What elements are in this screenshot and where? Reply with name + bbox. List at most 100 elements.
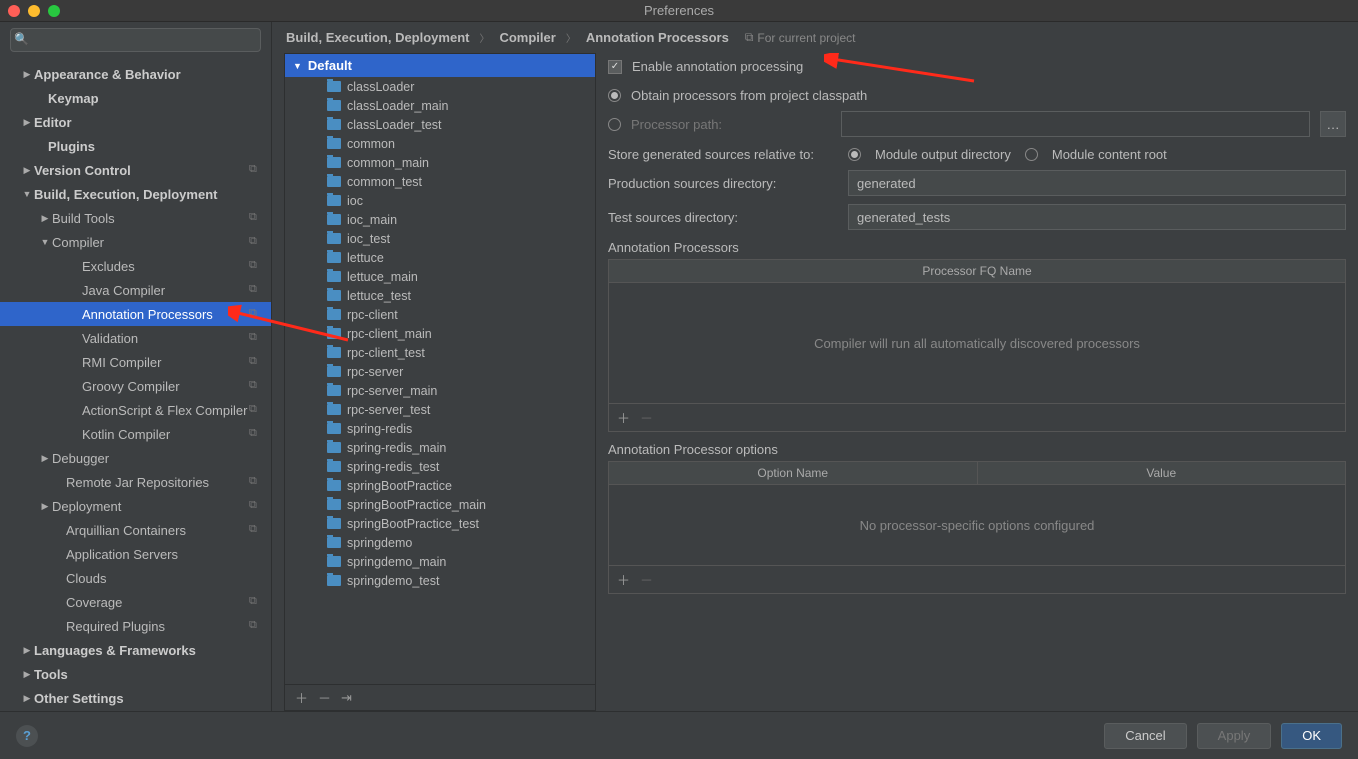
module-item[interactable]: ioc_main	[285, 210, 595, 229]
close-window-icon[interactable]	[8, 5, 20, 17]
module-label: rpc-server_test	[347, 403, 430, 417]
project-scope-icon: ⧉	[249, 163, 263, 177]
module-folder-icon	[327, 81, 341, 92]
move-profile-icon[interactable]: ⇥	[341, 690, 352, 706]
sidebar-item[interactable]: ▶Tools	[0, 662, 271, 686]
module-item[interactable]: springdemo	[285, 533, 595, 552]
breadcrumb-seg: Annotation Processors	[586, 30, 729, 45]
sidebar-item[interactable]: Required Plugins⧉	[0, 614, 271, 638]
sidebar-item[interactable]: Groovy Compiler⧉	[0, 374, 271, 398]
module-item[interactable]: classLoader_main	[285, 96, 595, 115]
ap-remove-icon[interactable]: －	[640, 408, 653, 427]
module-item[interactable]: rpc-client_test	[285, 343, 595, 362]
module-item[interactable]: rpc-client	[285, 305, 595, 324]
sidebar-item[interactable]: ▶Version Control⧉	[0, 158, 271, 182]
sidebar-item-label: Deployment	[52, 499, 249, 514]
module-item[interactable]: classLoader	[285, 77, 595, 96]
module-item[interactable]: lettuce	[285, 248, 595, 267]
sidebar-item[interactable]: ▼Build, Execution, Deployment	[0, 182, 271, 206]
add-profile-icon[interactable]: ＋	[295, 688, 308, 707]
sidebar-item[interactable]: Coverage⧉	[0, 590, 271, 614]
module-item[interactable]: springBootPractice	[285, 476, 595, 495]
sidebar-item[interactable]: ▶Debugger	[0, 446, 271, 470]
module-item[interactable]: spring-redis_test	[285, 457, 595, 476]
processor-path-label: Processor path:	[631, 117, 831, 132]
sidebar: 🔍 ▶Appearance & BehaviorKeymap▶EditorPlu…	[0, 22, 272, 711]
opt-add-icon[interactable]: ＋	[617, 570, 630, 589]
module-item[interactable]: rpc-server_main	[285, 381, 595, 400]
sidebar-item[interactable]: Validation⧉	[0, 326, 271, 350]
sidebar-item[interactable]: Excludes⧉	[0, 254, 271, 278]
module-folder-icon	[327, 556, 341, 567]
project-scope-icon: ⧉	[249, 427, 263, 441]
breadcrumb-seg[interactable]: Build, Execution, Deployment	[286, 30, 469, 45]
sidebar-item[interactable]: ▼Compiler⧉	[0, 230, 271, 254]
module-label: ioc_main	[347, 213, 397, 227]
sidebar-item[interactable]: Arquillian Containers⧉	[0, 518, 271, 542]
module-item[interactable]: spring-redis	[285, 419, 595, 438]
module-item[interactable]: springdemo_main	[285, 552, 595, 571]
sidebar-item[interactable]: Annotation Processors⧉	[0, 302, 271, 326]
ap-add-icon[interactable]: ＋	[617, 408, 630, 427]
profile-default[interactable]: ▼ Default	[285, 54, 595, 77]
cancel-button[interactable]: Cancel	[1104, 723, 1186, 749]
module-item[interactable]: common	[285, 134, 595, 153]
sidebar-item-label: Clouds	[66, 571, 263, 586]
module-item[interactable]: spring-redis_main	[285, 438, 595, 457]
sidebar-item[interactable]: RMI Compiler⧉	[0, 350, 271, 374]
module-item[interactable]: lettuce_test	[285, 286, 595, 305]
module-folder-icon	[327, 404, 341, 415]
sidebar-item-label: Tools	[34, 667, 263, 682]
sidebar-item[interactable]: Clouds	[0, 566, 271, 590]
prod-dir-input[interactable]	[848, 170, 1346, 196]
module-item[interactable]: rpc-server_test	[285, 400, 595, 419]
module-item[interactable]: springBootPractice_test	[285, 514, 595, 533]
module-item[interactable]: rpc-server	[285, 362, 595, 381]
enable-annotation-checkbox[interactable]	[608, 60, 622, 74]
sidebar-item[interactable]: ActionScript & Flex Compiler⧉	[0, 398, 271, 422]
sidebar-item[interactable]: ▶Editor	[0, 110, 271, 134]
processor-path-radio[interactable]	[608, 118, 621, 131]
project-scope-icon: ⧉	[249, 355, 263, 369]
sidebar-item[interactable]: Remote Jar Repositories⧉	[0, 470, 271, 494]
tree-arrow-icon: ▶	[38, 501, 52, 512]
module-item[interactable]: springBootPractice_main	[285, 495, 595, 514]
test-dir-input[interactable]	[848, 204, 1346, 230]
module-folder-icon	[327, 214, 341, 225]
sidebar-item[interactable]: ▶Other Settings	[0, 686, 271, 710]
ok-button[interactable]: OK	[1281, 723, 1342, 749]
sidebar-item-label: Groovy Compiler	[82, 379, 249, 394]
help-button[interactable]: ?	[16, 725, 38, 747]
remove-profile-icon[interactable]: －	[318, 688, 331, 707]
tree-arrow-icon: ▼	[20, 189, 34, 199]
maximize-window-icon[interactable]	[48, 5, 60, 17]
sidebar-item[interactable]: Application Servers	[0, 542, 271, 566]
search-input[interactable]	[10, 28, 261, 52]
module-item[interactable]: common_test	[285, 172, 595, 191]
module-item[interactable]: common_main	[285, 153, 595, 172]
minimize-window-icon[interactable]	[28, 5, 40, 17]
sidebar-item-label: Keymap	[48, 91, 263, 106]
module-item[interactable]: ioc	[285, 191, 595, 210]
module-item[interactable]: rpc-client_main	[285, 324, 595, 343]
module-content-radio[interactable]	[1025, 148, 1038, 161]
module-item[interactable]: springdemo_test	[285, 571, 595, 590]
module-folder-icon	[327, 480, 341, 491]
sidebar-item[interactable]: Kotlin Compiler⧉	[0, 422, 271, 446]
sidebar-item[interactable]: Keymap	[0, 86, 271, 110]
module-item[interactable]: lettuce_main	[285, 267, 595, 286]
sidebar-item[interactable]: ▶Build Tools⧉	[0, 206, 271, 230]
breadcrumb-seg[interactable]: Compiler	[499, 30, 555, 45]
sidebar-item[interactable]: ▶Languages & Frameworks	[0, 638, 271, 662]
opt-remove-icon[interactable]: －	[640, 570, 653, 589]
module-folder-icon	[327, 347, 341, 358]
sidebar-item-label: Build Tools	[52, 211, 249, 226]
sidebar-item[interactable]: ▶Appearance & Behavior	[0, 62, 271, 86]
sidebar-item[interactable]: Plugins	[0, 134, 271, 158]
module-item[interactable]: classLoader_test	[285, 115, 595, 134]
module-output-radio[interactable]	[848, 148, 861, 161]
module-item[interactable]: ioc_test	[285, 229, 595, 248]
obtain-classpath-radio[interactable]	[608, 89, 621, 102]
sidebar-item[interactable]: Java Compiler⧉	[0, 278, 271, 302]
sidebar-item[interactable]: ▶Deployment⧉	[0, 494, 271, 518]
